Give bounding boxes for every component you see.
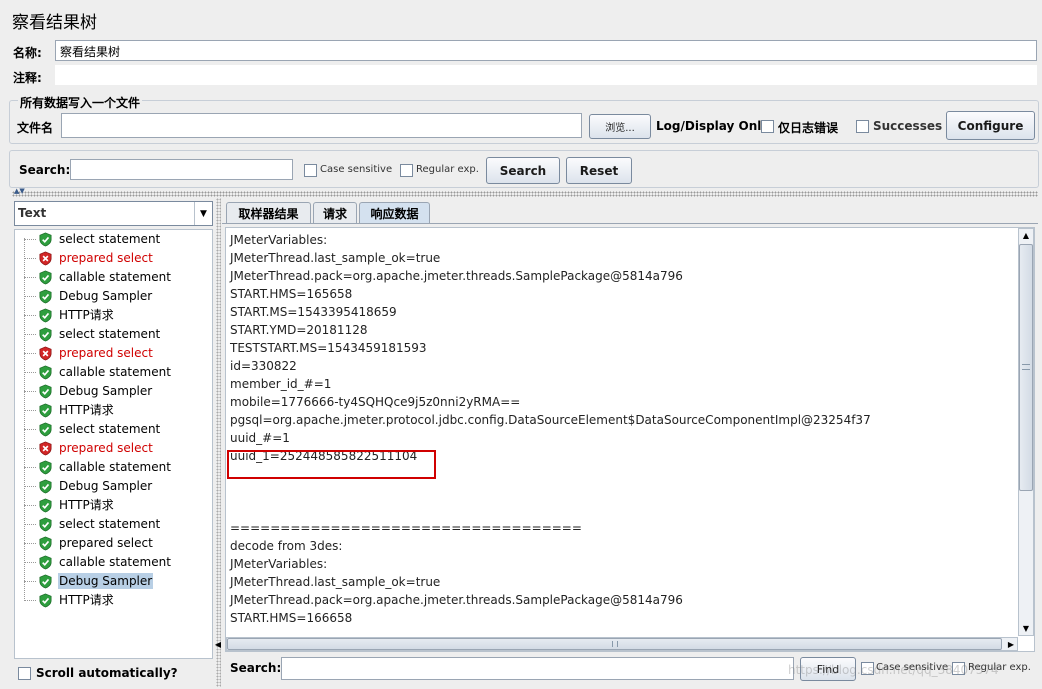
response-line: pgsql=org.apache.jmeter.protocol.jdbc.co… [230, 413, 871, 427]
comment-input[interactable] [55, 65, 1037, 85]
log-display-label: Log/Display Only: [656, 119, 774, 133]
errors-only-label: 仅日志错误 [778, 121, 839, 135]
response-line: JMeterThread.pack=org.apache.jmeter.thre… [230, 269, 683, 283]
scroll-up-icon[interactable]: ▲ [1018, 228, 1034, 243]
response-line: JMeterVariables: [230, 233, 328, 247]
scroll-right-icon[interactable]: ▶ [1004, 637, 1018, 651]
reset-button[interactable]: Reset [566, 157, 632, 184]
response-line: member_id_#=1 [230, 377, 332, 391]
response-line: JMeterThread.last_sample_ok=true [230, 575, 441, 589]
search-input[interactable] [70, 159, 293, 180]
scroll-auto-checkbox[interactable] [18, 667, 31, 680]
scroll-down-icon[interactable]: ▼ [1018, 621, 1034, 636]
response-line: START.HMS=165658 [230, 287, 353, 301]
filename-input[interactable] [61, 113, 582, 138]
tab-underline [222, 223, 1038, 224]
bottom-search-input[interactable] [281, 657, 794, 680]
split-divider[interactable] [12, 191, 1038, 197]
comment-label: 注释: [13, 71, 42, 85]
response-line: JMeterVariables: [230, 557, 328, 571]
regex-label: Regular exp. [416, 164, 479, 175]
response-line: START.MS=1543395418659 [230, 305, 397, 319]
response-line: =================================== [230, 521, 582, 535]
response-line: decode from 3des: [230, 539, 343, 553]
renderer-selected: Text [18, 206, 47, 220]
tab-request[interactable]: 请求 [313, 202, 357, 224]
search-button[interactable]: Search [486, 157, 560, 184]
browse-button[interactable]: 浏览... [589, 114, 651, 139]
page-title: 察看结果树 [12, 13, 97, 33]
response-line: JMeterThread.last_sample_ok=true [230, 251, 441, 265]
name-label: 名称: [13, 46, 42, 60]
search-label: Search: [19, 163, 71, 177]
configure-button[interactable]: Configure [946, 111, 1035, 140]
renderer-dropdown[interactable]: Text ▼ [14, 201, 213, 226]
response-line: uuid_#=1 [230, 431, 290, 445]
hthumb-grip-icon [612, 641, 618, 647]
tab-response-data[interactable]: 响应数据 [359, 202, 430, 224]
name-input[interactable]: 察看结果树 [55, 40, 1037, 61]
watermark: https://blog.csdn.net/qq_38407574 [788, 663, 999, 677]
filename-label: 文件名 [17, 121, 54, 135]
bottom-search-label: Search: [230, 661, 282, 675]
collapse-arrows-icon[interactable]: ▲▼ [14, 187, 25, 195]
scroll-left-icon[interactable]: ◀ [211, 637, 225, 651]
response-line: JMeterThread.pack=org.apache.jmeter.thre… [230, 593, 683, 607]
file-group-legend: 所有数据写入一个文件 [18, 94, 143, 111]
errors-only-checkbox[interactable] [761, 120, 774, 133]
successes-label: Successes [873, 119, 943, 133]
chevron-down-icon[interactable]: ▼ [194, 202, 212, 225]
response-line: START.YMD=20181128 [230, 323, 368, 337]
tab-sampler-result[interactable]: 取样器结果 [226, 202, 311, 224]
response-line: mobile=1776666-ty4SQHQce9j5z0nni2yRMA== [230, 395, 521, 409]
response-line: id=330822 [230, 359, 297, 373]
response-line: TESTSTART.MS=1543459181593 [230, 341, 427, 355]
regex-checkbox[interactable] [400, 164, 413, 177]
thumb-grip-icon [1022, 364, 1030, 370]
scroll-auto-label: Scroll automatically? [36, 666, 178, 680]
case-sensitive-checkbox[interactable] [304, 164, 317, 177]
successes-checkbox[interactable] [856, 120, 869, 133]
highlight-box [227, 450, 436, 479]
response-line: START.HMS=166658 [230, 611, 353, 625]
case-sensitive-label: Case sensitive [320, 164, 393, 175]
